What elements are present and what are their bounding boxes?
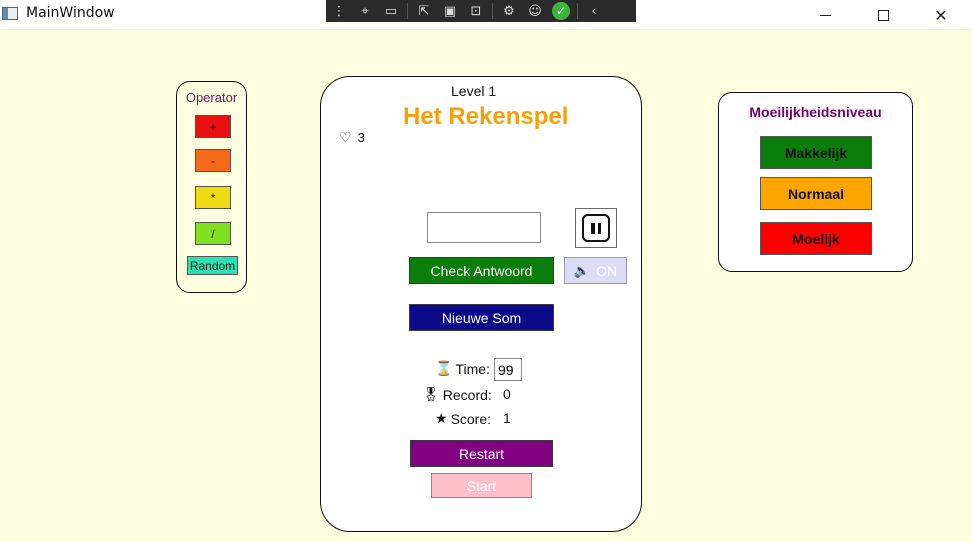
start-button[interactable]: Start: [431, 473, 532, 498]
toolbar-divider: [577, 3, 578, 19]
toolbar-divider: [492, 3, 493, 19]
collapse-toolbar-icon[interactable]: ‹: [581, 1, 607, 21]
restart-button[interactable]: Restart: [410, 440, 553, 467]
close-icon: ✕: [934, 5, 948, 25]
difficulty-panel: Moeilijkheidsniveau Makkelijk Normaal Mo…: [718, 92, 913, 272]
game-panel: Level 1 Het Rekenspel ♡ 3 Check Antwoord…: [320, 76, 642, 532]
medal-icon: 🎖: [422, 386, 440, 402]
debug-toolbar: ⋮ ⌖ ▭ ⇱ ▣ ⊡ ⚙ ☺ ✓ ‹: [326, 0, 636, 22]
difficulty-title: Moeilijkheidsniveau: [749, 104, 882, 120]
heart-icon: ♡: [339, 129, 352, 145]
app-icon: [2, 7, 18, 20]
game-title: Het Rekenspel: [403, 103, 569, 130]
operator-minus-button[interactable]: -: [195, 149, 231, 172]
layout-adorner-icon[interactable]: ▣: [437, 1, 463, 21]
time-label-group: ⌛ Time:: [435, 360, 490, 377]
record-value: 0: [503, 386, 511, 402]
title-bar: MainWindow ⋮ ⌖ ▭ ⇱ ▣ ⊡ ⚙ ☺ ✓ ‹ ✕: [0, 0, 972, 30]
score-label-group: ★ Score:: [435, 410, 491, 427]
grip-icon: ⋮: [332, 3, 346, 19]
level-label: Level 1: [451, 83, 497, 99]
answer-input[interactable]: [427, 212, 541, 243]
difficulty-normal-button[interactable]: Normaal: [760, 177, 872, 210]
cursor-select-icon[interactable]: ⇱: [411, 1, 437, 21]
operator-panel: Operator + - * / Random: [176, 81, 247, 293]
minimize-icon: [819, 14, 831, 16]
hot-reload-status-icon[interactable]: ✓: [548, 1, 574, 21]
sound-toggle-button[interactable]: 🔈 ON: [564, 257, 627, 284]
sound-toggle-label: ON: [596, 262, 618, 279]
record-icon[interactable]: ▭: [378, 1, 404, 21]
star-icon: ★: [435, 410, 448, 426]
pause-icon: [582, 214, 610, 242]
operator-title: Operator: [185, 90, 238, 105]
operator-divide-button[interactable]: /: [195, 222, 231, 245]
pause-button[interactable]: [575, 208, 617, 248]
lives-indicator: ♡ 3: [339, 129, 365, 146]
check-answer-button[interactable]: Check Antwoord: [409, 257, 554, 284]
maximize-button[interactable]: [860, 0, 906, 30]
track-focus-icon[interactable]: ⊡: [463, 1, 489, 21]
toolbar-divider: [407, 3, 408, 19]
difficulty-hard-button[interactable]: Moelijk: [760, 222, 872, 255]
time-label: Time:: [455, 360, 490, 377]
record-label-group: 🎖 Record:: [422, 386, 492, 403]
new-sum-button[interactable]: Nieuwe Som: [409, 304, 554, 331]
operator-plus-button[interactable]: +: [195, 115, 231, 138]
score-value: 1: [503, 410, 511, 426]
hourglass-icon: ⌛: [435, 360, 453, 376]
select-element-icon[interactable]: ⌖: [352, 1, 378, 21]
minimize-button[interactable]: [802, 0, 848, 30]
accessibility-icon[interactable]: ☺: [522, 1, 548, 21]
speaker-icon: 🔈: [573, 262, 591, 278]
lives-count: 3: [357, 130, 365, 145]
operator-random-button[interactable]: Random: [187, 256, 238, 275]
score-label: Score:: [450, 410, 492, 427]
close-button[interactable]: ✕: [918, 0, 964, 30]
binding-failures-icon[interactable]: ⚙: [496, 1, 522, 21]
operator-multiply-button[interactable]: *: [195, 186, 231, 209]
maximize-icon: [877, 9, 889, 21]
difficulty-easy-button[interactable]: Makkelijk: [760, 136, 872, 169]
time-value: 99: [494, 358, 522, 381]
window-title: MainWindow: [26, 5, 115, 21]
record-label: Record:: [442, 386, 492, 403]
